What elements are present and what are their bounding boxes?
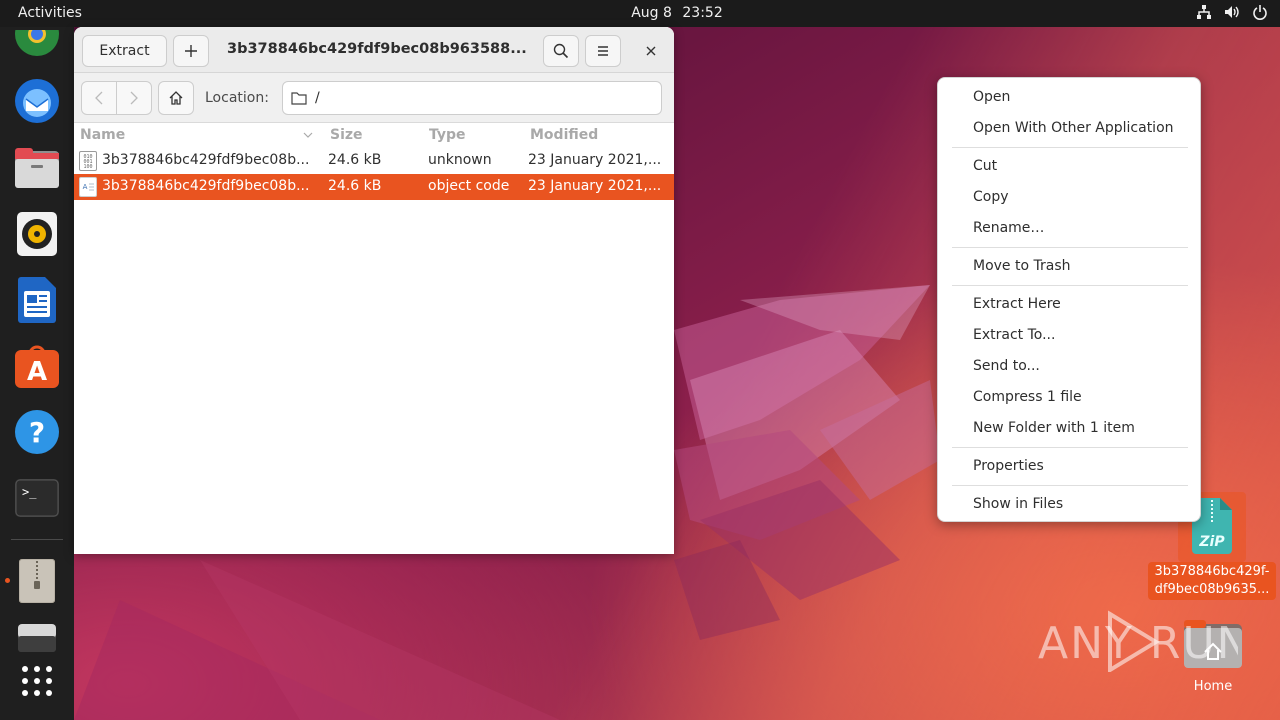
plus-icon (185, 45, 197, 57)
object-code-file-icon: A (79, 177, 97, 197)
volume-icon (1225, 6, 1239, 18)
context-menu: Open Open With Other Application Cut Cop… (937, 77, 1201, 522)
column-header-modified[interactable]: Modified (530, 127, 598, 143)
running-indicator (5, 578, 10, 583)
menu-separator (952, 485, 1188, 486)
menu-button[interactable] (585, 35, 621, 67)
dock: A ? >_ (0, 27, 74, 720)
file-modified: 23 January 2021,... (528, 152, 662, 168)
location-value: / (315, 90, 320, 106)
menu-item-extract-to[interactable]: Extract To... (973, 327, 1055, 343)
menu-separator (952, 147, 1188, 148)
hamburger-icon (598, 46, 608, 56)
drive-icon[interactable] (13, 615, 61, 663)
menu-item-extract-here[interactable]: Extract Here (973, 296, 1061, 312)
clock-date: Aug 8 (631, 5, 672, 21)
home-button[interactable] (158, 81, 194, 115)
svg-text:A: A (83, 183, 88, 191)
svg-text:100: 100 (83, 164, 92, 170)
app-center-icon[interactable]: A (13, 342, 61, 390)
menu-item-properties[interactable]: Properties (973, 458, 1044, 474)
power-icon (1253, 5, 1267, 20)
chevron-right-icon (130, 91, 138, 105)
add-files-button[interactable] (173, 35, 209, 67)
folder-icon (291, 92, 307, 105)
column-header-name[interactable]: Name (80, 127, 125, 143)
menu-item-open-with[interactable]: Open With Other Application (973, 120, 1174, 136)
file-type: object code (428, 178, 510, 194)
svg-text:ZiP: ZiP (1198, 534, 1225, 550)
menu-item-show-in-files[interactable]: Show in Files (973, 496, 1063, 512)
terminal-icon[interactable]: >_ (13, 474, 61, 522)
home-label: Home (1193, 679, 1233, 694)
window-title: 3b378846bc429fdf9bec08b963588... (227, 41, 527, 57)
archive-manager-window: Extract 3b378846bc429fdf9bec08b963588...… (74, 27, 674, 554)
dock-separator (11, 539, 63, 540)
file-name: 3b378846bc429fdf9bec08b... (102, 152, 310, 168)
rhythmbox-icon[interactable] (13, 210, 61, 258)
svg-text:?: ? (29, 416, 45, 449)
header-bar: Extract 3b378846bc429fdf9bec08b963588... (74, 27, 674, 73)
forward-button[interactable] (116, 81, 152, 115)
table-row-selected[interactable]: A 3b378846bc429fdf9bec08b... 24.6 kB obj… (74, 174, 674, 200)
close-icon (646, 46, 656, 56)
binary-file-icon: 010001100 (79, 151, 97, 171)
back-button[interactable] (81, 81, 117, 115)
search-icon (553, 43, 569, 59)
svg-text:>_: >_ (22, 485, 37, 499)
search-button[interactable] (543, 35, 579, 67)
menu-item-compress[interactable]: Compress 1 file (973, 389, 1082, 405)
network-icon (1197, 5, 1211, 19)
sort-chevron-down-icon (303, 132, 313, 138)
chrome-icon[interactable] (13, 21, 61, 69)
archive-manager-icon[interactable] (13, 557, 61, 605)
thunderbird-icon[interactable] (13, 77, 61, 125)
menu-item-open[interactable]: Open (973, 89, 1010, 105)
zip-file-label[interactable]: 3b378846bc429f- df9bec08b9635... (1148, 562, 1276, 600)
svg-text:ANY RUN: ANY RUN (1038, 618, 1238, 669)
menu-separator (952, 447, 1188, 448)
location-bar: Location: / (74, 73, 674, 123)
file-size: 24.6 kB (328, 178, 382, 194)
file-size: 24.6 kB (328, 152, 382, 168)
extract-button[interactable]: Extract (82, 35, 167, 67)
file-modified: 23 January 2021,... (528, 178, 662, 194)
show-apps-icon[interactable] (13, 657, 61, 705)
column-header-type[interactable]: Type (429, 127, 466, 143)
zip-label-line2: df9bec08b9635... (1154, 582, 1270, 597)
close-button[interactable] (639, 39, 663, 63)
home-icon (169, 91, 183, 105)
chevron-left-icon (95, 91, 103, 105)
menu-separator (952, 285, 1188, 286)
menu-item-move-to-trash[interactable]: Move to Trash (973, 258, 1071, 274)
location-field[interactable]: / (282, 81, 662, 115)
location-label: Location: (205, 90, 269, 106)
anyrun-watermark-icon: ANY RUN (1038, 610, 1238, 672)
clock[interactable]: Aug 8 23:52 (0, 5, 1280, 21)
menu-separator (952, 247, 1188, 248)
table-row[interactable]: 010 001 100 3b378846bc429fdf9bec08b... 24.… (74, 148, 674, 174)
files-icon[interactable] (13, 144, 61, 192)
menu-item-copy[interactable]: Copy (973, 189, 1009, 205)
zip-label-line1: 3b378846bc429f- (1154, 564, 1270, 579)
svg-text:A: A (27, 357, 47, 387)
menu-item-send-to[interactable]: Send to... (973, 358, 1040, 374)
menu-item-new-folder[interactable]: New Folder with 1 item (973, 420, 1135, 436)
menu-item-cut[interactable]: Cut (973, 158, 997, 174)
clock-time: 23:52 (682, 5, 723, 21)
file-type: unknown (428, 152, 492, 168)
file-name: 3b378846bc429fdf9bec08b... (102, 178, 310, 194)
top-bar: Activities Aug 8 23:52 (0, 0, 1280, 27)
menu-item-rename[interactable]: Rename… (973, 220, 1044, 236)
help-icon[interactable]: ? (13, 408, 61, 456)
writer-icon[interactable] (13, 276, 61, 324)
column-header-size[interactable]: Size (330, 127, 363, 143)
system-tray[interactable] (1196, 4, 1268, 20)
